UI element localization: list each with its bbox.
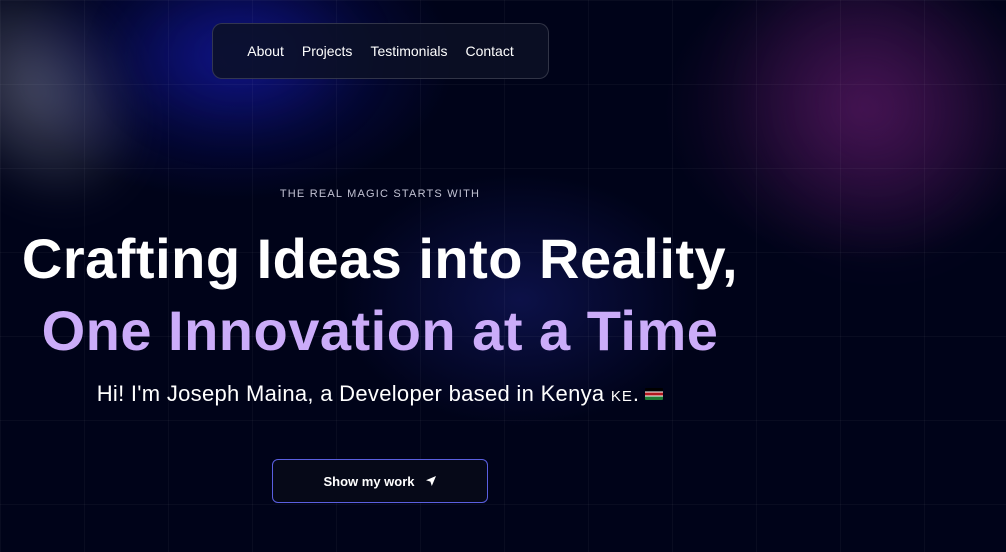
hero-headline: Crafting Ideas into Reality, <box>21 227 739 290</box>
hero-intro-text: Hi! I'm Joseph Maina, a Developer based … <box>96 381 611 406</box>
hero-eyebrow: THE REAL MAGIC STARTS WITH <box>279 188 481 200</box>
kenya-flag-icon <box>645 388 664 400</box>
hero-headline-accent: One Innovation at a Time <box>41 299 719 362</box>
country-code: KE <box>610 388 633 405</box>
hero-intro-end: . <box>632 381 640 406</box>
hero-section: About Projects Testimonials Contact THE … <box>0 0 1006 552</box>
show-my-work-button[interactable]: Show my work <box>272 459 488 503</box>
location-arrow-icon <box>425 476 436 486</box>
hero-content: THE REAL MAGIC STARTS WITH Crafting Idea… <box>0 0 760 552</box>
hero-intro: Hi! I'm Joseph Maina, a Developer based … <box>0 381 760 407</box>
show-my-work-label: Show my work <box>323 473 415 489</box>
